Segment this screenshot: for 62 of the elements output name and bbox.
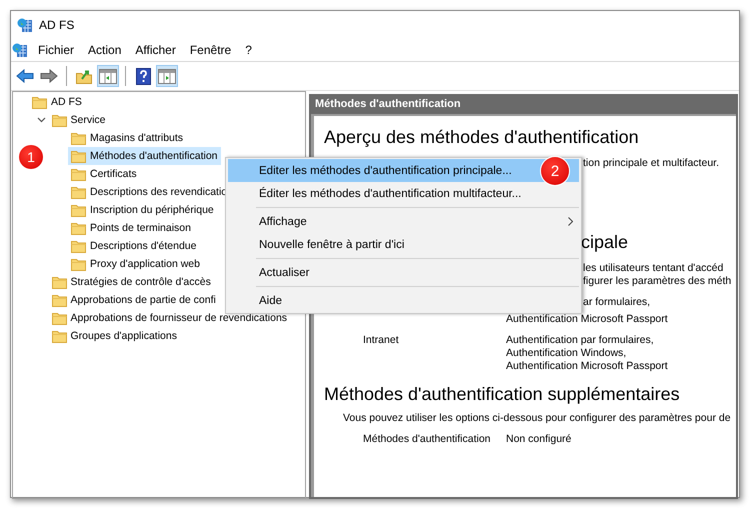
folder-icon xyxy=(52,330,66,342)
menu-item[interactable]: Afficher xyxy=(128,41,183,59)
tree-item[interactable]: Certificats xyxy=(68,165,140,183)
folder-icon xyxy=(71,258,86,270)
tree-pane-toggle[interactable] xyxy=(97,65,119,87)
tree-item[interactable]: Groupes d'applications xyxy=(48,327,180,345)
folder-icon xyxy=(71,186,86,198)
folder-icon xyxy=(52,276,66,288)
folder-icon xyxy=(71,204,86,216)
value-text: Authentification Microsoft Passport xyxy=(506,313,669,326)
folder-icon xyxy=(71,150,86,162)
description-text: tion principale et multifacteur. xyxy=(583,157,720,170)
callout-badge: 1 xyxy=(19,145,43,169)
value-text: Authentification Windows, xyxy=(506,347,628,360)
menu-item[interactable]: Action xyxy=(81,41,128,59)
menu-item[interactable]: Fichier xyxy=(31,41,82,59)
description-text: les utilisateurs tentant d'accéd xyxy=(583,262,724,275)
field-label: Intranet xyxy=(363,334,400,348)
folder-icon xyxy=(52,312,66,324)
description-text: ar formulaires, xyxy=(583,296,652,309)
menu-item[interactable]: ? xyxy=(238,41,259,59)
tree-item[interactable]: Magasins d'attributs xyxy=(68,129,186,147)
folder-icon xyxy=(71,222,86,234)
section-heading: Méthodes d'authentification supplémentaires xyxy=(324,383,681,406)
tree-item[interactable]: Service xyxy=(48,111,109,129)
tree-item[interactable]: Approbations de fournisseur de revendications xyxy=(48,309,290,327)
folder-icon xyxy=(52,114,66,126)
menu-item[interactable]: Fenêtre xyxy=(182,41,238,59)
description-text: figurer les paramètres des méth xyxy=(583,275,732,288)
menu-item[interactable]: Actualiser xyxy=(228,261,579,284)
chevron-icon[interactable] xyxy=(37,117,46,123)
callout-badge: 2 xyxy=(541,157,569,185)
tree-item[interactable]: Proxy d'application web xyxy=(68,255,203,273)
window-title: AD FS xyxy=(39,18,74,32)
value-text: Non configuré xyxy=(506,433,572,446)
field-label: Méthodes d'authentification xyxy=(363,433,492,446)
folder-icon xyxy=(71,240,86,252)
section-heading: Aperçu des méthodes d'authentification xyxy=(324,126,640,149)
action-pane-toggle[interactable] xyxy=(156,65,178,87)
tree-item[interactable]: Descriptions d'étendue xyxy=(68,237,200,255)
tree-item[interactable]: Points de terminaison xyxy=(68,219,194,237)
menu-item[interactable]: Éditer les méthodes d'authentification multifacteur... xyxy=(228,182,579,205)
menu-item[interactable]: Nouvelle fenêtre à partir d'ici xyxy=(228,233,579,256)
menu-item[interactable]: Affichage xyxy=(228,210,579,233)
tree-item[interactable]: Stratégies de contrôle d'accès xyxy=(48,273,214,291)
folder-icon xyxy=(52,294,66,306)
description-text: Vous pouvez utiliser les options ci-dessous pour configurer des paramètres pour de xyxy=(343,412,732,425)
folder-icon xyxy=(32,96,47,108)
tree-item[interactable]: Descriptions des revendicatio xyxy=(68,183,230,201)
folder-icon xyxy=(71,132,86,144)
value-text: Authentification Microsoft Passport xyxy=(506,360,668,373)
tree-item[interactable]: Approbations de partie de confi xyxy=(48,291,219,309)
app-icon xyxy=(12,42,28,58)
menu-item[interactable]: Aide xyxy=(228,289,579,312)
section-heading: cipale xyxy=(581,231,630,254)
value-text: Authentification par formulaires, xyxy=(506,334,655,347)
pane-header: Méthodes d'authentification xyxy=(311,94,736,114)
folder-icon xyxy=(71,168,86,180)
tree-item[interactable]: Méthodes d'authentification xyxy=(68,147,221,165)
tree-item[interactable]: Inscription du périphérique xyxy=(68,201,217,219)
app-icon xyxy=(17,17,33,33)
tree-item[interactable]: AD FS xyxy=(29,93,85,111)
